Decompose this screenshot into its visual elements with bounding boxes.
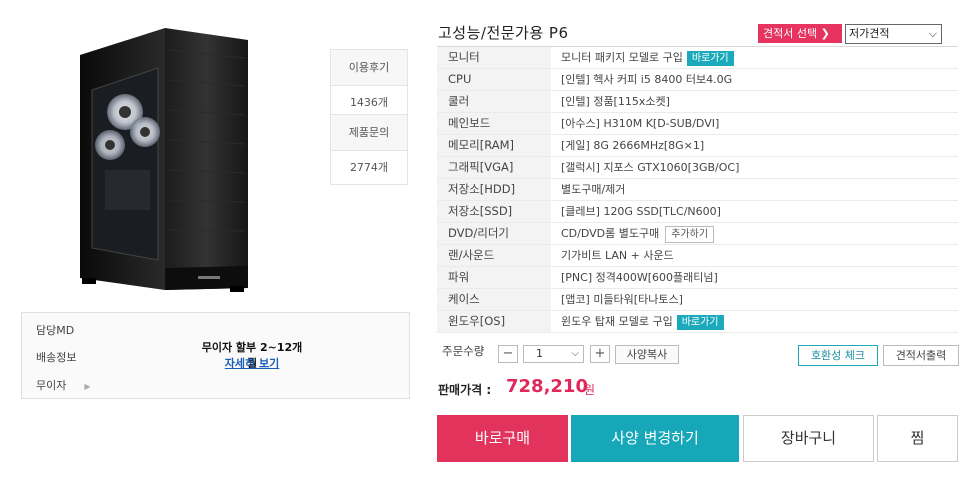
qty-minus-button[interactable]: −: [498, 345, 518, 363]
spec-key: 윈도우[OS]: [437, 311, 551, 332]
copy-spec-button[interactable]: 사양복사: [615, 345, 679, 364]
spec-table: 모니터 모니터 패키지 모델로 구입 바로가기 CPU [인텔] 헥사 커피 i5…: [437, 46, 958, 333]
spec-row: 저장소[HDD] 별도구매/제거: [437, 179, 958, 201]
reviews-box[interactable]: 이용후기 1436개: [330, 49, 408, 120]
product-info-box: 담당MD 배송정보 무이자 ▶ 무이자 할부 2~12개월 자세히 보기: [21, 312, 410, 399]
spec-row: 윈도우[OS] 윈도우 탑재 모델로 구입 바로가기: [437, 311, 958, 333]
qty-label: 주문수량: [442, 344, 485, 358]
spec-key: CPU: [437, 69, 551, 90]
monitor-goto-button[interactable]: 바로가기: [686, 50, 734, 66]
spec-key: 모니터: [437, 47, 551, 68]
spec-row: 쿨러 [인텔] 정품[115x소켓]: [437, 91, 958, 113]
print-quote-button[interactable]: 견적서출력: [883, 345, 959, 366]
triangle-right-icon: ▶: [84, 382, 91, 391]
spec-value: 윈도우 탑재 모델로 구입: [561, 315, 673, 328]
spec-value[interactable]: [아수스] H310M K[D-SUB/DVI]: [561, 113, 719, 134]
quote-dropdown[interactable]: 저가견적 ⌵: [845, 24, 942, 44]
spec-value[interactable]: [PNC] 정격400W[600플래티넘]: [561, 267, 718, 288]
spec-row: 랜/사운드 기가비트 LAN + 사운드: [437, 245, 958, 267]
price-value: 728,210: [506, 376, 588, 397]
spec-value[interactable]: 기가비트 LAN + 사운드: [561, 245, 674, 266]
spec-key: 메모리[RAM]: [437, 135, 551, 156]
change-spec-button[interactable]: 사양 변경하기: [571, 415, 739, 462]
wish-button[interactable]: 찜: [877, 415, 958, 462]
chevron-down-icon: ⌵: [571, 348, 579, 359]
spec-row: 케이스 [앱코] 미들타워[타나토스]: [437, 289, 958, 311]
qna-box[interactable]: 제품문의 2774개: [330, 114, 408, 185]
spec-key: 파워: [437, 267, 551, 288]
quote-select-button[interactable]: 견적서 선택 ❯: [758, 24, 842, 43]
price-unit: 원: [584, 383, 596, 397]
spec-key: 쿨러: [437, 91, 551, 112]
spec-value: CD/DVD롬 별도구매: [561, 227, 660, 240]
quote-dropdown-value: 저가견적: [849, 27, 890, 40]
spec-value[interactable]: [인텔] 헥사 커피 i5 8400 터보4.0G: [561, 69, 732, 90]
spec-row: 메인보드 [아수스] H310M K[D-SUB/DVI]: [437, 113, 958, 135]
spec-key: DVD/리더기: [437, 223, 551, 244]
buy-now-button[interactable]: 바로구매: [437, 415, 568, 462]
qty-plus-button[interactable]: +: [590, 345, 610, 363]
spec-row: 그래픽[VGA] [갤럭시] 지포스 GTX1060[3GB/OC]: [437, 157, 958, 179]
pc-case-image: [70, 20, 270, 305]
spec-row: 파워 [PNC] 정격400W[600플래티넘]: [437, 267, 958, 289]
compat-check-button[interactable]: 호환성 체크: [798, 345, 878, 366]
spec-value[interactable]: [클레브] 120G SSD[TLC/N600]: [561, 201, 721, 222]
qna-label: 제품문의: [331, 115, 407, 151]
interest-free-row[interactable]: 무이자 ▶: [36, 377, 91, 393]
reviews-label: 이용후기: [331, 50, 407, 86]
qty-value: 1: [536, 347, 543, 360]
spec-key: 케이스: [437, 289, 551, 310]
spec-value[interactable]: 별도구매/제거: [561, 179, 625, 200]
spec-row: DVD/리더기 CD/DVD롬 별도구매 추가하기: [437, 223, 958, 245]
spec-row: 저장소[SSD] [클레브] 120G SSD[TLC/N600]: [437, 201, 958, 223]
dvd-add-button[interactable]: 추가하기: [665, 225, 715, 243]
cart-button[interactable]: 장바구니: [743, 415, 874, 462]
pc-case-icon: [80, 28, 248, 292]
price-label: 판매가격 :: [438, 383, 492, 397]
spec-value: 모니터 패키지 모델로 구입: [561, 51, 683, 64]
spec-row: CPU [인텔] 헥사 커피 i5 8400 터보4.0G: [437, 69, 958, 91]
interest-free-label: 무이자: [36, 379, 67, 392]
spec-key: 저장소[SSD]: [437, 201, 551, 222]
spec-value[interactable]: [앱코] 미들타워[타나토스]: [561, 289, 683, 310]
spec-value[interactable]: [인텔] 정품[115x소켓]: [561, 91, 670, 112]
page-title: 고성능/전문가용 P6: [438, 24, 569, 42]
spec-value[interactable]: [갤럭시] 지포스 GTX1060[3GB/OC]: [561, 157, 739, 178]
spec-value[interactable]: [게일] 8G 2666MHz[8G×1]: [561, 135, 704, 156]
spec-key: 메인보드: [437, 113, 551, 134]
installment-detail-link[interactable]: 자세히 보기: [197, 355, 307, 371]
spec-key: 그래픽[VGA]: [437, 157, 551, 178]
spec-row: 메모리[RAM] [게일] 8G 2666MHz[8G×1]: [437, 135, 958, 157]
qty-select[interactable]: 1 ⌵: [523, 345, 584, 363]
os-goto-button[interactable]: 바로가기: [676, 314, 724, 330]
md-label: 담당MD: [36, 324, 75, 337]
spec-key: 랜/사운드: [437, 245, 551, 266]
shipping-label: 배송정보: [36, 351, 77, 364]
spec-row: 모니터 모니터 패키지 모델로 구입 바로가기: [437, 47, 958, 69]
chevron-down-icon: ⌵: [928, 27, 937, 40]
spec-key: 저장소[HDD]: [437, 179, 551, 200]
qna-count: 2774개: [349, 161, 389, 174]
